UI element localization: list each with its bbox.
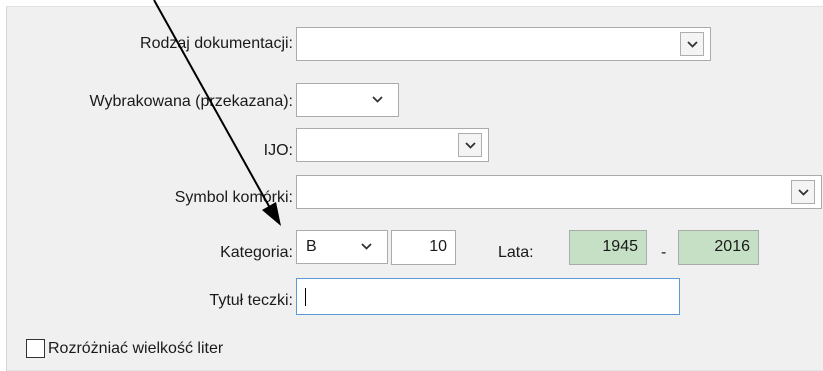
lata-to-input[interactable]: 2016 bbox=[678, 230, 759, 265]
kategoria-label: Kategoria: bbox=[220, 244, 293, 261]
chevron-down-icon bbox=[361, 243, 372, 250]
wybrakowana-dropdown-button[interactable] bbox=[366, 88, 390, 112]
chevron-down-icon bbox=[687, 41, 698, 48]
rodzaj-dokumentacji-label: Rodzaj dokumentacji: bbox=[140, 35, 293, 52]
symbol-komorki-label: Symbol komórki: bbox=[174, 189, 293, 206]
kategoria-combobox[interactable]: B bbox=[296, 230, 388, 264]
symbol-komorki-combobox[interactable] bbox=[296, 175, 822, 209]
tytul-teczki-input[interactable] bbox=[296, 278, 680, 315]
lata-separator: - bbox=[661, 244, 667, 261]
ijo-label: IJO: bbox=[263, 142, 293, 159]
text-caret bbox=[305, 288, 306, 306]
chevron-down-icon bbox=[465, 142, 476, 149]
rodzaj-dokumentacji-combobox[interactable] bbox=[296, 27, 711, 61]
chevron-down-icon bbox=[372, 96, 383, 103]
case-sensitive-label: Rozróżniać wielkość liter bbox=[48, 340, 224, 357]
wybrakowana-label: Wybrakowana (przekazana): bbox=[89, 93, 294, 110]
ijo-dropdown-button[interactable] bbox=[458, 133, 482, 157]
tytul-teczki-label: Tytuł teczki: bbox=[209, 292, 293, 309]
kategoria-number-input[interactable]: 10 bbox=[391, 230, 456, 265]
kategoria-value: B bbox=[306, 238, 317, 255]
case-sensitive-checkbox[interactable] bbox=[26, 339, 45, 358]
ijo-combobox[interactable] bbox=[296, 128, 489, 162]
wybrakowana-combobox[interactable] bbox=[296, 83, 399, 117]
search-form-panel: Rodzaj dokumentacji: Wybrakowana (przeka… bbox=[6, 6, 823, 371]
rodzaj-dokumentacji-dropdown-button[interactable] bbox=[680, 32, 704, 56]
symbol-komorki-dropdown-button[interactable] bbox=[791, 180, 815, 204]
lata-from-input[interactable]: 1945 bbox=[569, 230, 647, 265]
lata-label: Lata: bbox=[498, 244, 534, 261]
chevron-down-icon bbox=[798, 189, 809, 196]
kategoria-dropdown-button[interactable] bbox=[355, 235, 379, 259]
